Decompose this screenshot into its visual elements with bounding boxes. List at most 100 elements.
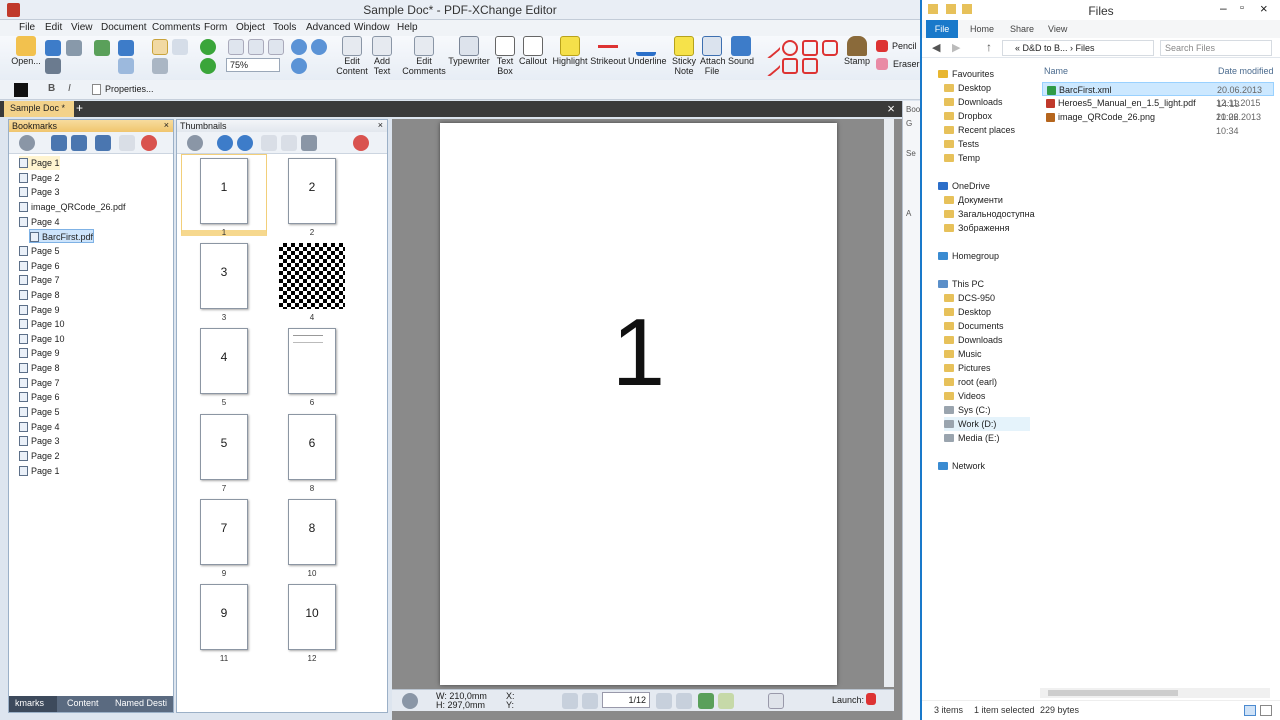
close-icon[interactable]: × (884, 101, 898, 117)
snapshot-icon[interactable] (152, 58, 168, 74)
color-swatch[interactable] (14, 83, 28, 97)
forward-view-icon[interactable] (718, 693, 734, 709)
thumbnail-page[interactable]: 8 (288, 498, 336, 565)
edit-content-button[interactable]: Edit Content (334, 36, 370, 80)
add-bookmark-icon[interactable] (51, 135, 67, 151)
fit-page-icon[interactable] (248, 39, 264, 55)
text-box-button[interactable]: Text Box (494, 36, 516, 80)
horizontal-scrollbar[interactable] (1040, 688, 1270, 698)
nav-homegroup[interactable]: Homegroup (938, 249, 1030, 263)
nav-pc-item[interactable]: Documents (944, 319, 1030, 333)
underline-button[interactable]: Underline (628, 36, 667, 80)
thumbnail-page[interactable]: 6 (288, 413, 336, 480)
pentagon-icon[interactable] (802, 58, 818, 74)
redo-icon[interactable] (118, 58, 134, 74)
bookmark-properties-icon[interactable] (119, 135, 135, 151)
nav-this-pc[interactable]: This PC (938, 277, 1030, 291)
sticky-note-button[interactable]: Sticky Note (670, 36, 698, 80)
prev-page-icon[interactable] (582, 693, 598, 709)
address-input[interactable]: « D&D to B... › Files (1002, 40, 1154, 56)
bookmark-item[interactable]: Page 7 (19, 273, 60, 287)
column-date-modified[interactable]: Date modified (1218, 66, 1274, 76)
nav-pc-item[interactable]: DCS-950 (944, 291, 1030, 305)
tab-sample-doc[interactable]: Sample Doc * (4, 101, 74, 117)
first-page-icon[interactable] (562, 693, 578, 709)
actual-size-icon[interactable] (228, 39, 244, 55)
nav-fav-item[interactable]: Downloads (944, 95, 1030, 109)
bookmark-item[interactable]: Page 5 (19, 244, 60, 258)
arrow-icon[interactable] (758, 54, 782, 78)
strip-label-g[interactable]: G (906, 119, 912, 128)
nav-network[interactable]: Network (938, 459, 1030, 473)
gear-icon[interactable] (187, 135, 203, 151)
delete-icon[interactable] (353, 135, 369, 151)
new-tab-icon[interactable]: + (76, 101, 83, 116)
last-page-icon[interactable] (676, 693, 692, 709)
tab-share[interactable]: Share (1010, 24, 1034, 34)
thumbnail-page[interactable]: 7 (200, 498, 248, 565)
bookmark-item[interactable]: Page 9 (19, 303, 60, 317)
bookmark-item[interactable]: Page 2 (19, 449, 60, 463)
nav-pc-item[interactable]: Media (E:) (944, 431, 1030, 445)
tab-file[interactable]: File (926, 20, 958, 38)
add-child-bookmark-icon[interactable] (71, 135, 87, 151)
bookmark-item[interactable]: Page 1 (19, 156, 60, 170)
pdf-page[interactable]: 1 (440, 123, 837, 685)
close-icon[interactable]: × (1260, 1, 1268, 16)
nav-fav-item[interactable]: Tests (944, 137, 1030, 151)
menu-advanced[interactable]: Advanced (306, 22, 350, 33)
undo-icon[interactable] (118, 40, 134, 56)
tab-home[interactable]: Home (970, 24, 994, 34)
search-input[interactable]: Search Files (1160, 40, 1272, 56)
strip-label-bookmarks[interactable]: Boo (906, 105, 920, 114)
menu-comments[interactable]: Comments (152, 22, 200, 33)
attach-file-button[interactable]: Attach File (700, 36, 726, 80)
save-icon[interactable] (45, 40, 61, 56)
nav-pc-item[interactable]: Downloads (944, 333, 1030, 347)
bookmark-item[interactable]: image_QRCode_26.pdf (19, 200, 126, 214)
rectangle-icon[interactable] (782, 58, 798, 74)
new-bookmark-icon[interactable] (95, 135, 111, 151)
thumbnail-page[interactable]: 5 (200, 413, 248, 480)
bookmark-item[interactable]: Page 7 (19, 376, 60, 390)
nav-pc-item[interactable]: Videos (944, 389, 1030, 403)
strip-label-se[interactable]: Se (906, 149, 916, 158)
rotate-left-icon[interactable] (261, 135, 277, 151)
minimize-icon[interactable]: – (1220, 1, 1227, 15)
sound-button[interactable]: Sound (728, 36, 754, 80)
page-number-input[interactable]: 1/12 (602, 692, 650, 708)
tab-view[interactable]: View (1048, 24, 1067, 34)
tab-named-destinations[interactable]: Named Desti (115, 698, 167, 708)
menu-form[interactable]: Form (204, 22, 227, 33)
tab-bookmarks[interactable]: kmarks (9, 696, 57, 712)
nav-pc-item[interactable]: root (earl) (944, 375, 1030, 389)
nav-pc-item[interactable]: Sys (C:) (944, 403, 1030, 417)
forward-arrow-icon[interactable]: ▶ (952, 41, 960, 54)
nav-fav-item[interactable]: Dropbox (944, 109, 1030, 123)
thumbnail-page[interactable]: 10 (288, 584, 336, 650)
rotate-right-icon[interactable] (281, 135, 297, 151)
thumbnail-page[interactable] (278, 243, 346, 310)
typewriter-button[interactable]: Typewriter (448, 36, 490, 80)
pencil-tool[interactable]: Pencil (892, 41, 917, 51)
refresh-icon[interactable] (200, 58, 216, 74)
select-text-icon[interactable] (172, 39, 188, 55)
menu-document[interactable]: Document (101, 22, 147, 33)
bookmark-item[interactable]: Page 4 (19, 420, 60, 434)
italic-button[interactable]: I (68, 83, 71, 94)
cloud-icon[interactable] (822, 40, 838, 56)
bookmark-item[interactable]: Page 10 (19, 332, 65, 346)
close-icon[interactable]: × (378, 120, 383, 130)
vertical-scrollbar[interactable] (884, 119, 894, 687)
bookmark-item[interactable]: Page 5 (19, 405, 60, 419)
details-view-icon[interactable] (1244, 705, 1256, 716)
scroll-thumb[interactable] (1048, 690, 1178, 696)
bookmark-item[interactable]: Page 6 (19, 390, 60, 404)
file-row[interactable]: image_QRCode_26.png 21.06.2013 10:34 (1042, 110, 1274, 136)
thumbnail-page[interactable]: 2 (288, 158, 336, 224)
nav-favourites[interactable]: Favourites (938, 67, 1030, 81)
large-icons-view-icon[interactable] (1260, 705, 1272, 716)
nav-fav-item[interactable]: Desktop (944, 81, 1030, 95)
bookmark-item[interactable]: Page 8 (19, 288, 60, 302)
strip-label-a[interactable]: A (906, 209, 911, 218)
